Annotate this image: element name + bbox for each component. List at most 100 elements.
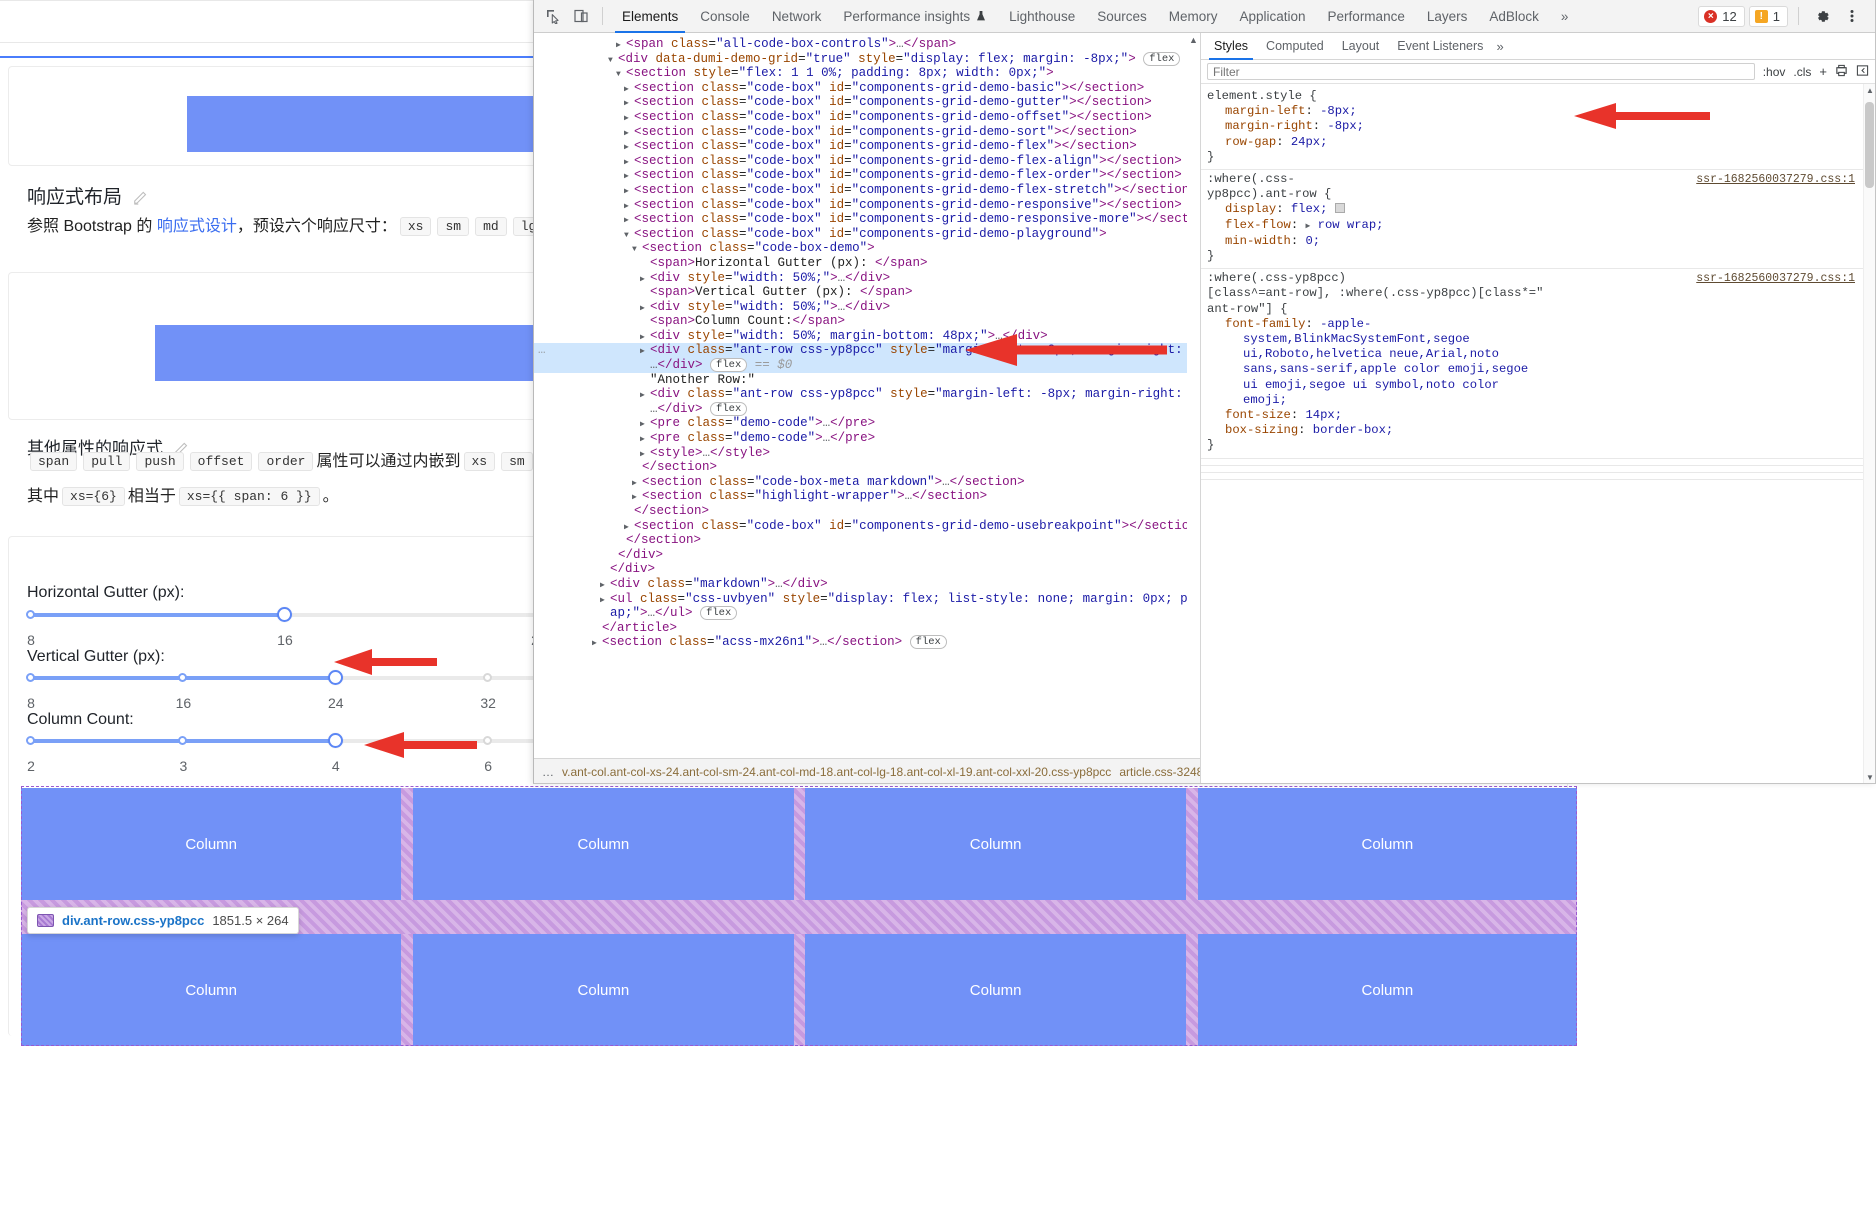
tab-layers[interactable]: Layers [1416, 0, 1479, 33]
dom-tree-line[interactable]: </article> [534, 621, 1200, 636]
dom-tree-line[interactable]: <section class="code-box" id="components… [534, 227, 1200, 242]
dom-tree-line[interactable]: <div style="width: 50%;">…</div> [534, 271, 1200, 286]
dom-tree-line[interactable]: <section class="acss-mx26n1">…</section>… [534, 635, 1200, 650]
css-declaration[interactable]: flex-flow: ▶ row wrap; [1207, 218, 1857, 234]
tab-sources[interactable]: Sources [1086, 0, 1158, 33]
error-count-badge[interactable]: × 12 [1698, 5, 1745, 27]
inspect-element-icon[interactable] [540, 4, 566, 28]
dom-tree-line[interactable]: <div style="width: 50%; margin-bottom: 4… [534, 329, 1200, 344]
styles-scroll-thumb[interactable] [1865, 102, 1874, 188]
slider-dot-c6[interactable] [483, 736, 493, 745]
css-selector[interactable]: [class^=ant-row], :where(.css-yp8pcc)[cl… [1207, 286, 1857, 301]
dom-tree-line[interactable]: <pre class="demo-code">…</pre> [534, 431, 1200, 446]
slider-dot-c2[interactable] [26, 736, 35, 745]
grid-badge-icon[interactable] [1334, 203, 1345, 214]
styles-tab-overflow-icon[interactable]: » [1496, 39, 1503, 54]
slider-dot-v16[interactable] [178, 673, 188, 682]
dom-tree-line[interactable]: <div class="markdown">…</div> [534, 577, 1200, 592]
dom-tree-line[interactable]: </div> [534, 562, 1200, 577]
css-rule[interactable]: </span><div class="sel-line" data-name="… [1201, 459, 1863, 466]
dom-tree-line[interactable]: <section class="code-box" id="components… [534, 154, 1200, 169]
gear-icon[interactable] [1809, 4, 1835, 28]
dom-tree-line[interactable]: <ul class="css-uvbyen" style="display: f… [534, 592, 1200, 607]
css-rule-source[interactable]: ssr-1682560037279.css:1 [1696, 172, 1855, 187]
dom-tree-line[interactable]: <section class="highlight-wrapper">…</se… [534, 489, 1200, 504]
css-selector[interactable]: ant-row"] { [1207, 302, 1857, 317]
tab-console[interactable]: Console [689, 0, 761, 33]
dom-tree-line[interactable]: <span>Horizontal Gutter (px): </span> [534, 256, 1200, 271]
dom-tree-line[interactable]: <span>Column Count:</span> [534, 314, 1200, 329]
print-media-icon[interactable] [1835, 64, 1848, 80]
css-rule[interactable]: ssr-1682560037279.css:1:where(.css-yp8pc… [1201, 170, 1863, 270]
dom-tree-line[interactable]: <div data-dumi-demo-grid="true" style="d… [534, 51, 1200, 67]
dom-tree-line[interactable]: <div class="ant-row css-yp8pcc" style="m… [534, 387, 1200, 402]
dom-tree-line[interactable]: </section> [534, 533, 1200, 548]
dom-tree-line[interactable]: <style>…</style> [534, 446, 1200, 461]
styles-filter-input[interactable] [1207, 63, 1755, 80]
dom-tree-line[interactable]: …<div class="ant-row css-yp8pcc" style="… [534, 343, 1200, 359]
add-rule-icon[interactable]: + [1819, 64, 1827, 79]
dom-tree-line[interactable]: <div style="width: 50%;">…</div> [534, 300, 1200, 315]
dom-tree-line[interactable]: ap;">…</ul> flex [534, 606, 1200, 621]
dom-tree-line[interactable]: <section class="code-box" id="components… [534, 110, 1200, 125]
css-rule[interactable]: </span><div class="sel-line" data-name="… [1201, 473, 1863, 480]
css-rule-source[interactable]: ssr-1682560037279.css:1 [1696, 271, 1855, 286]
css-declaration[interactable]: box-sizing: border-box; [1207, 423, 1857, 438]
slider-dot-8[interactable] [26, 610, 35, 619]
dom-tree-line[interactable]: <section class="code-box" id="components… [534, 212, 1200, 227]
css-declaration[interactable]: display: flex; [1207, 202, 1857, 217]
kebab-menu-icon[interactable] [1839, 4, 1865, 28]
disclosure-triangle-closed[interactable] [592, 635, 602, 652]
dom-tree[interactable]: <span class="all-code-box-controls">…</s… [534, 33, 1200, 650]
css-declaration[interactable]: min-width: 0; [1207, 234, 1857, 249]
css-declaration[interactable]: font-size: 14px; [1207, 408, 1857, 423]
dom-tree-line[interactable]: <section class="code-box" id="components… [534, 183, 1200, 198]
tab-application[interactable]: Application [1229, 0, 1317, 33]
dom-tree-line[interactable]: <section class="code-box-meta markdown">… [534, 475, 1200, 490]
tab-memory[interactable]: Memory [1158, 0, 1229, 33]
slider-dot-c3[interactable] [178, 736, 188, 745]
scroll-up-icon[interactable]: ▲ [1189, 35, 1198, 45]
dom-tree-line[interactable]: </section> [534, 460, 1200, 475]
styles-scroll-down-icon[interactable]: ▼ [1866, 773, 1874, 782]
tab-computed[interactable]: Computed [1257, 33, 1333, 60]
breadcrumb-more[interactable]: … [542, 765, 554, 779]
css-declaration[interactable]: emoji; [1207, 393, 1857, 408]
dom-tree-line[interactable]: <section style="flex: 1 1 0%; padding: 8… [534, 66, 1200, 81]
tab-overflow-chevron[interactable]: » [1550, 0, 1580, 33]
dom-tree-line[interactable]: </div> [534, 548, 1200, 563]
dom-tree-line[interactable]: …</div> flex [534, 401, 1200, 417]
dom-tree-line[interactable]: <section class="code-box-demo"> [534, 241, 1200, 256]
dom-tree-line[interactable]: <section class="code-box" id="components… [534, 81, 1200, 96]
css-declaration[interactable]: ui emoji,segoe ui symbol,noto color [1207, 378, 1857, 393]
styles-scrollbar[interactable]: ▲ ▼ [1863, 84, 1875, 783]
tab-performance[interactable]: Performance [1317, 0, 1416, 33]
tab-elements[interactable]: Elements [611, 0, 689, 33]
css-rule[interactable]: </span><div class="sel-line" data-name="… [1201, 466, 1863, 473]
slider-dot-v32[interactable] [483, 673, 493, 682]
dom-tree-pane[interactable]: <span class="all-code-box-controls">…</s… [534, 33, 1201, 783]
dom-tree-scrollbar[interactable]: ▲ [1187, 33, 1200, 783]
dom-tree-line[interactable]: <section class="code-box" id="components… [534, 125, 1200, 140]
dom-tree-line[interactable]: <section class="code-box" id="components… [534, 168, 1200, 183]
css-selector[interactable]: element.style { [1207, 89, 1857, 104]
dom-tree-line[interactable]: </section> [534, 504, 1200, 519]
dom-tree-line[interactable]: <section class="code-box" id="components… [534, 139, 1200, 154]
dom-tree-line[interactable]: <section class="code-box" id="components… [534, 198, 1200, 213]
dom-tree-line[interactable]: <section class="code-box" id="components… [534, 95, 1200, 110]
slider-handle-vertical-gutter[interactable] [327, 670, 343, 685]
edit-pencil-icon[interactable] [132, 187, 150, 205]
hover-state-toggle[interactable]: :hov [1763, 65, 1786, 79]
slider-dot-v8[interactable] [26, 673, 35, 682]
responsive-design-link[interactable]: 响应式设计 [157, 218, 237, 235]
class-toggle[interactable]: .cls [1793, 65, 1811, 79]
tab-layout[interactable]: Layout [1333, 33, 1389, 60]
css-declaration[interactable]: row-gap: 24px; [1207, 135, 1857, 150]
dom-tree-line[interactable]: …</div> flex == $0 [534, 358, 1200, 373]
dom-tree-line[interactable]: "Another Row:" [534, 373, 1200, 388]
dom-tree-line[interactable]: <section class="code-box" id="components… [534, 519, 1200, 534]
toggle-sidebar-icon[interactable] [1856, 64, 1869, 80]
css-declaration[interactable]: ui,Roboto,helvetica neue,Arial,noto [1207, 347, 1857, 362]
css-rule[interactable]: element.style {margin-left: -8px; margin-… [1201, 87, 1863, 171]
warning-count-badge[interactable]: ! 1 [1748, 5, 1788, 27]
